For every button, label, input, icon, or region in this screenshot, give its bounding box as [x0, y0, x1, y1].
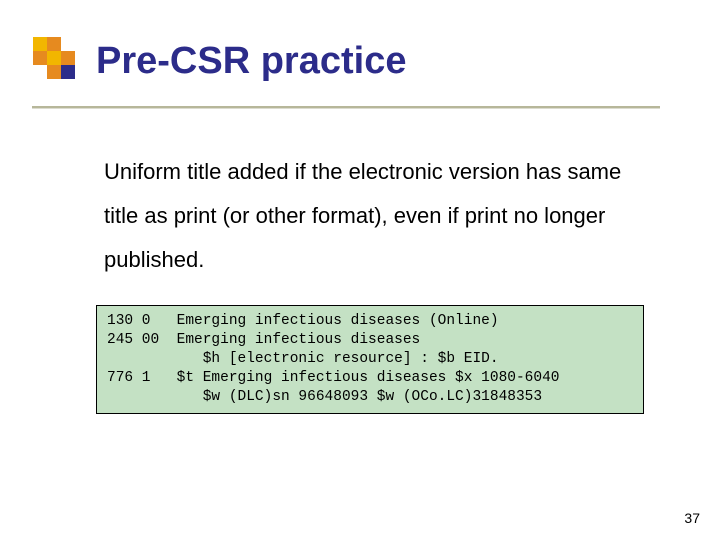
slide: Pre-CSR practice Uniform title added if … [0, 0, 720, 540]
title-bullet-icon [33, 37, 75, 79]
body-paragraph: Uniform title added if the electronic ve… [104, 150, 644, 282]
marc-line: 130 0 Emerging infectious diseases (Onli… [107, 313, 499, 329]
marc-record-box: 130 0 Emerging infectious diseases (Onli… [96, 305, 644, 414]
title-underline [32, 106, 660, 110]
marc-line: $w (DLC)sn 96648093 $w (OCo.LC)31848353 [107, 389, 542, 405]
marc-line: 245 00 Emerging infectious diseases [107, 332, 420, 348]
marc-line: 776 1 $t Emerging infectious diseases $x… [107, 370, 559, 386]
page-number: 37 [684, 510, 700, 526]
slide-title: Pre-CSR practice [96, 40, 406, 83]
marc-line: $h [electronic resource] : $b EID. [107, 351, 499, 367]
